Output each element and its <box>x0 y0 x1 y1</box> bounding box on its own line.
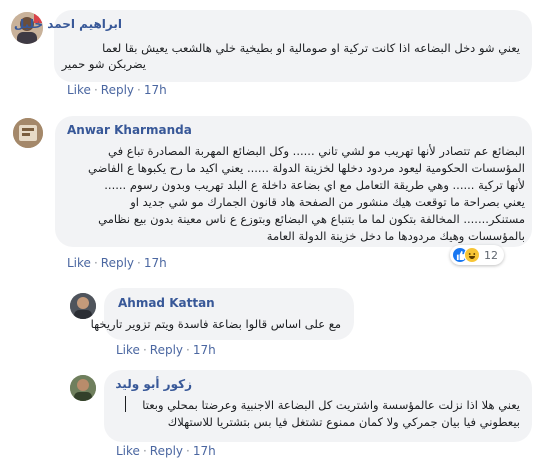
comment-actions: Like · Reply · 17h <box>116 444 216 458</box>
reaction-summary[interactable]: 12 <box>450 245 504 265</box>
text-cursor <box>125 396 126 412</box>
like-button[interactable]: Like <box>116 444 140 458</box>
reply-button[interactable]: Reply <box>101 83 134 97</box>
timestamp[interactable]: 17h <box>193 343 216 357</box>
comment-text-line: لأنها تركية ...... وهي طريقة التعامل مع … <box>104 178 525 192</box>
reaction-count: 12 <box>484 248 498 262</box>
comment-text-line: البضائع عم تتصادر لأنها تهريب مو لشي تان… <box>108 144 525 158</box>
reply-button[interactable]: Reply <box>150 343 183 357</box>
separator: · <box>186 444 190 458</box>
reply-button[interactable]: Reply <box>150 444 183 458</box>
separator: · <box>137 83 141 97</box>
author-name[interactable]: Ahmad Kattan <box>118 296 215 310</box>
avatar[interactable] <box>70 375 96 401</box>
timestamp[interactable]: 17h <box>144 256 167 270</box>
avatar[interactable] <box>13 118 43 148</box>
comment-actions: Like · Reply · 17h <box>116 343 216 357</box>
author-name[interactable]: ابراهيم احمد خليل <box>14 17 122 31</box>
reply-button[interactable]: Reply <box>101 256 134 270</box>
separator: · <box>186 343 190 357</box>
author-name[interactable]: Anwar Kharmanda <box>67 123 192 137</box>
like-button[interactable]: Like <box>116 343 140 357</box>
separator: · <box>93 256 98 270</box>
comment-actions: Like · Reply · 17h <box>67 83 167 97</box>
haha-reaction-icon <box>464 247 480 263</box>
comment-text-line: مستنكر....... المخالفة بتكون لما ما بتنب… <box>98 212 525 226</box>
comment-text-line: مع على اساس قالوا بضاعة فاسدة ويتم تزوير… <box>90 317 341 331</box>
comment-actions: Like · Reply · 17h <box>67 256 167 270</box>
comment-text-line: بالمؤسسات وهيك مردودها ما دخل خزينة الدو… <box>266 229 525 243</box>
comment-text-line: المؤسسات الحكومية ليعود مردود دخلها لخزي… <box>87 161 525 175</box>
comment-text-line: يعني شو دخل البضاعه اذا كانت تركية او صو… <box>102 41 520 55</box>
timestamp[interactable]: 17h <box>144 83 167 97</box>
comment-text-line: يضربكن شو حمير <box>61 57 146 71</box>
author-name[interactable]: زكور أبو وليد <box>115 377 192 391</box>
comment-text-line: يعني بصراحة ما توقعت هيك منشور من الصفحة… <box>130 195 525 209</box>
like-button[interactable]: Like <box>67 256 91 270</box>
separator: · <box>142 343 147 357</box>
separator: · <box>137 256 141 270</box>
like-button[interactable]: Like <box>67 83 91 97</box>
comment-text-line: يعني هلا اذا نزلت عالمؤسسة واشتريت كل ال… <box>142 398 520 412</box>
comment-text-line: بيعطوني فيا بيان جمركي ولا كمان ممنوع تش… <box>167 415 520 429</box>
separator: · <box>142 444 147 458</box>
timestamp[interactable]: 17h <box>193 444 216 458</box>
separator: · <box>93 83 98 97</box>
